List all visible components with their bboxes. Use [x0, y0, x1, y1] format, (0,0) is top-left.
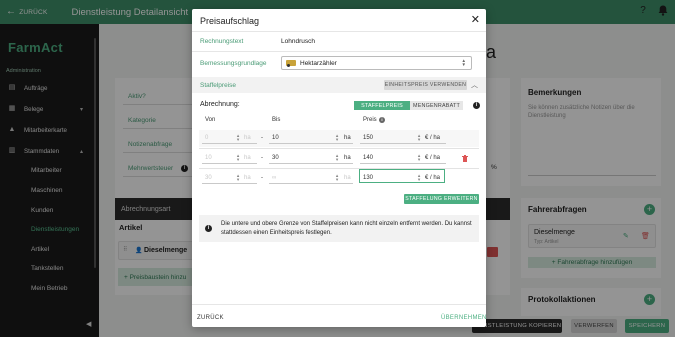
select-arrows-icon: ▲ ▼ — [461, 58, 466, 67]
row-preis-input[interactable]: 140 — [363, 155, 373, 161]
staffelpreise-label: Staffelpreise — [200, 82, 237, 89]
use-einheitspreis-button[interactable]: EINHEITSPREIS VERWENDEN — [384, 80, 467, 90]
tractor-icon — [286, 60, 296, 67]
row-bis-unit: ha — [344, 175, 351, 181]
stepper-icon: ▲ ▼ — [236, 173, 241, 182]
col-bis: Bis — [272, 117, 281, 123]
stepper-icon[interactable]: ▲ ▼ — [335, 153, 339, 161]
info-note: i Die untere und obere Grenze von Staffe… — [199, 215, 479, 242]
dialog-title: Preisaufschlag — [200, 16, 260, 26]
row-von-unit: ha — [244, 175, 251, 181]
info-icon[interactable]: i — [473, 102, 480, 109]
col-von: Von — [205, 117, 216, 123]
stepper-icon: ▲ ▼ — [236, 153, 241, 162]
row-bis-unit: ha — [344, 135, 351, 141]
row-von-unit: ha — [244, 155, 251, 161]
close-icon[interactable]: ✕ — [471, 14, 480, 26]
row-preis-unit: € / ha — [425, 135, 441, 141]
row-von-value: 0 — [205, 135, 209, 141]
delete-row-icon[interactable] — [462, 155, 468, 162]
stepper-icon[interactable]: ▲ ▼ — [417, 153, 421, 161]
row-preis-input[interactable]: 150 — [363, 135, 373, 141]
stepper-icon[interactable]: ▲ ▼ — [417, 173, 421, 181]
row-von-value: 30 — [205, 175, 212, 181]
stepper-icon[interactable]: ▲ ▼ — [335, 133, 339, 141]
rechnungstext-label: Rechnungstext — [200, 38, 244, 45]
preis-info-icon[interactable]: i — [379, 117, 385, 123]
rechnungstext-value[interactable]: Lohndrusch — [281, 38, 315, 45]
abrechnung-toggle[interactable]: STAFFELPREIS MENGENRABATT — [354, 101, 463, 110]
back-button[interactable]: ZURÜCK — [197, 315, 224, 321]
stepper-icon: ▲ ▼ — [335, 173, 340, 182]
abrechnung-label: Abrechnung: — [200, 101, 240, 108]
preisaufschlag-dialog: Preisaufschlag ✕ Rechnungstext Lohndrusc… — [192, 9, 486, 327]
row-bis-unit: ha — [344, 155, 351, 161]
row-bis-input[interactable]: 10 — [272, 135, 279, 141]
row-von-unit: ha — [244, 135, 251, 141]
info-icon: i — [205, 225, 212, 232]
row-preis-unit: € / ha — [425, 155, 441, 161]
staffelung-erweitern-button[interactable]: STAFFELUNG ERWEITERN — [404, 194, 479, 204]
row-preis-unit: € / ha — [425, 175, 441, 181]
bemessungsgrundlage-select[interactable]: Hektarzähler ▲ ▼ — [281, 56, 472, 70]
chevron-up-icon[interactable]: ︿ — [471, 80, 478, 90]
bemessung-label: Bemessungsgrundlage — [200, 60, 267, 67]
col-preis: Preis — [363, 117, 377, 123]
row-bis-value: ∞ — [272, 175, 277, 181]
row-preis-input[interactable]: 130 — [363, 175, 373, 181]
toggle-mengenrabatt[interactable]: MENGENRABATT — [410, 101, 463, 110]
stepper-icon[interactable]: ▲ ▼ — [417, 133, 421, 141]
stepper-icon: ▲ ▼ — [236, 133, 241, 142]
toggle-staffelpreis[interactable]: STAFFELPREIS — [354, 101, 410, 110]
row-von-value: 10 — [205, 155, 212, 161]
accept-button[interactable]: ÜBERNEHMEN — [441, 315, 487, 321]
row-bis-input[interactable]: 30 — [272, 155, 279, 161]
